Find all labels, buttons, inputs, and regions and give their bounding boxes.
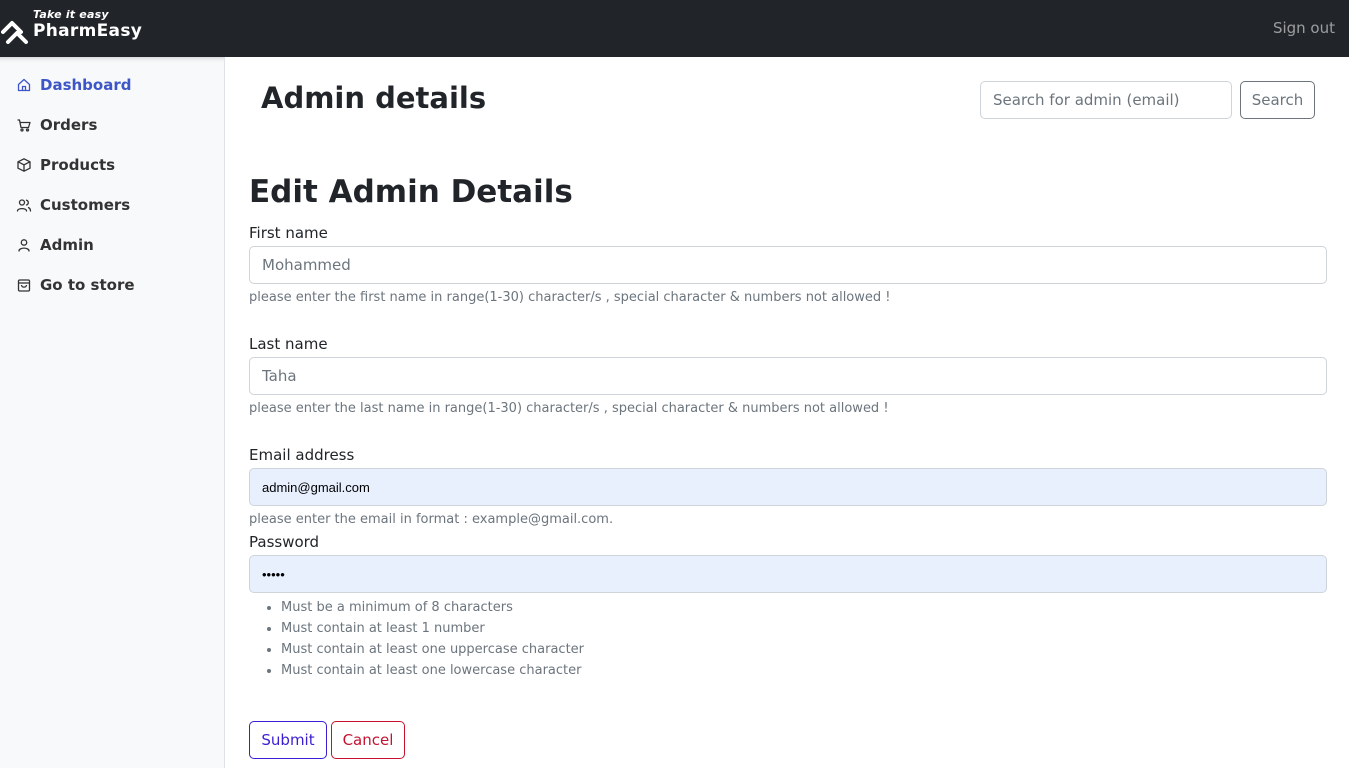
first-name-label: First name	[249, 224, 328, 242]
sidebar-item-orders[interactable]: Orders	[16, 114, 97, 136]
sidebar-item-label: Products	[40, 156, 116, 174]
password-rule: Must be a minimum of 8 characters	[281, 597, 584, 618]
password-field[interactable]	[249, 555, 1327, 593]
user-icon	[18, 239, 30, 252]
sidebar-item-go-to-store[interactable]: Go to store	[16, 274, 135, 296]
password-rule: Must contain at least 1 number	[281, 618, 584, 639]
home-icon	[17, 78, 31, 92]
cart-icon	[17, 119, 31, 132]
password-rule: Must contain at least one uppercase char…	[281, 639, 584, 660]
search-button[interactable]: Search	[1240, 81, 1315, 119]
shopping-bag-icon	[17, 279, 31, 292]
form-title: Edit Admin Details	[249, 174, 573, 210]
brand-logo[interactable]: Take it easy PharmEasy	[0, 6, 160, 50]
cancel-button[interactable]: Cancel	[331, 721, 405, 759]
submit-button[interactable]: Submit	[249, 721, 327, 759]
sign-out-link[interactable]: Sign out	[1273, 19, 1335, 37]
top-navbar: Take it easy PharmEasy Sign out	[0, 0, 1349, 57]
sidebar: Dashboard Orders Products Customers Admi…	[0, 57, 225, 768]
sidebar-item-label: Go to store	[40, 276, 135, 294]
brand-name: PharmEasy	[33, 21, 143, 41]
password-label: Password	[249, 533, 320, 551]
last-name-field[interactable]	[249, 357, 1327, 395]
password-rules-list: Must be a minimum of 8 characters Must c…	[281, 597, 584, 681]
users-icon	[16, 199, 32, 212]
sidebar-item-customers[interactable]: Customers	[16, 194, 130, 216]
sidebar-item-products[interactable]: Products	[16, 154, 115, 176]
first-name-help: please enter the first name in range(1-3…	[249, 290, 891, 305]
email-help: please enter the email in format : examp…	[249, 512, 614, 527]
sidebar-item-label: Dashboard	[40, 76, 132, 94]
last-name-label: Last name	[249, 335, 328, 353]
email-field[interactable]	[249, 468, 1327, 506]
package-icon	[17, 158, 31, 172]
first-name-field[interactable]	[249, 246, 1327, 284]
pharmeasy-logo-icon	[1, 21, 28, 44]
last-name-help: please enter the last name in range(1-30…	[249, 401, 889, 416]
password-rule: Must contain at least one lowercase char…	[281, 660, 584, 681]
brand-tagline: Take it easy	[33, 8, 109, 21]
email-label: Email address	[249, 446, 355, 464]
search-input[interactable]	[980, 81, 1232, 119]
sidebar-item-admin[interactable]: Admin	[16, 234, 94, 256]
page-title: Admin details	[261, 81, 487, 115]
sidebar-item-dashboard[interactable]: Dashboard	[16, 74, 131, 96]
sidebar-item-label: Orders	[40, 116, 98, 134]
sidebar-item-label: Admin	[40, 236, 94, 254]
sidebar-item-label: Customers	[40, 196, 131, 214]
